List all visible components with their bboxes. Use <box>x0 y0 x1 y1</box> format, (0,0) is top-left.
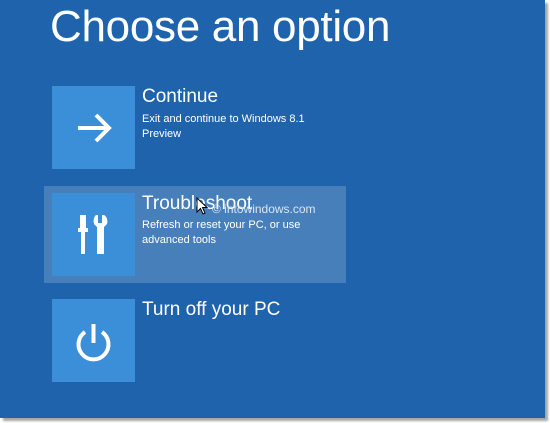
arrow-right-icon <box>78 113 112 143</box>
option-continue-title: Continue <box>142 86 219 107</box>
option-troubleshoot[interactable]: Troubleshoot Refresh or reset your PC, o… <box>44 186 346 283</box>
option-turn-off[interactable]: Turn off your PC <box>44 299 346 396</box>
option-continue-description: Exit and continue to Windows 8.1 Preview <box>142 113 305 140</box>
option-turn-off-title: Turn off your PC <box>142 299 281 320</box>
turn-off-tile[interactable] <box>52 299 135 382</box>
option-troubleshoot-description: Refresh or reset your PC, or use advance… <box>142 219 301 246</box>
watermark-text: © intowindows.com <box>212 202 316 216</box>
tools-icon <box>78 215 108 254</box>
page-title: Choose an option <box>50 2 391 51</box>
continue-tile[interactable] <box>52 86 135 169</box>
recovery-screen: Choose an option Continue Exit and conti… <box>0 0 545 418</box>
troubleshoot-tile[interactable] <box>52 193 135 276</box>
option-continue[interactable]: Continue Exit and continue to Windows 8.… <box>44 86 346 183</box>
power-icon <box>76 324 111 362</box>
mouse-cursor-icon <box>196 196 209 220</box>
